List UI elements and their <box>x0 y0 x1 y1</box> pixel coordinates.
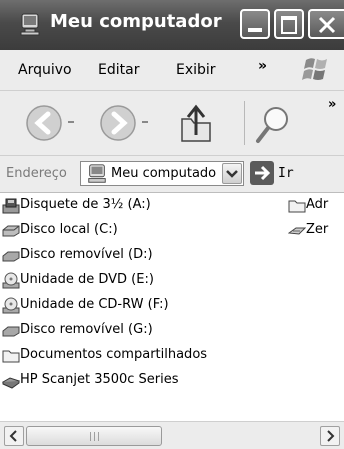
horizontal-scrollbar[interactable]: ||| <box>0 421 344 449</box>
file-list: Disquete de 3½ (A:) Disco local (C:) Dis… <box>0 193 344 421</box>
item-label: Unidade de CD-RW (F:) <box>20 297 169 312</box>
folder-icon <box>288 200 306 213</box>
compressed-folder-icon <box>288 227 306 235</box>
toolbar-separator <box>244 101 245 145</box>
up-folder-button[interactable] <box>176 101 216 147</box>
item-label: Disquete de 3½ (A:) <box>20 197 151 212</box>
address-dropdown-button[interactable] <box>222 163 242 184</box>
my-computer-icon <box>20 13 40 36</box>
go-arrow-icon <box>250 161 274 185</box>
address-bar: Endereço Meu computador Ir <box>0 156 344 193</box>
scroll-right-button[interactable] <box>320 426 340 446</box>
item-label: Unidade de DVD (E:) <box>20 272 154 287</box>
minimize-icon <box>248 28 262 32</box>
item-label: Disco removível (D:) <box>20 247 153 262</box>
search-button[interactable] <box>252 101 296 147</box>
my-computer-icon <box>88 164 106 183</box>
windows-logo-icon <box>302 58 327 80</box>
folder-icon <box>2 350 20 363</box>
item-label: Zer <box>306 222 329 237</box>
menu-editar[interactable]: Editar <box>98 62 139 78</box>
menu-exibir[interactable]: Exibir <box>176 62 216 78</box>
go-button[interactable]: Ir <box>250 161 322 186</box>
menu-bar: Arquivo Editar Exibir » <box>0 50 344 91</box>
scroll-left-button[interactable] <box>4 426 24 446</box>
forward-button[interactable] <box>96 99 156 149</box>
item-label: Documentos compartilhados <box>20 347 208 362</box>
address-input[interactable]: Meu computador <box>80 161 244 186</box>
hard-disk-icon <box>2 225 20 237</box>
scanner-icon <box>2 377 20 389</box>
maximize-icon <box>281 16 297 34</box>
maximize-button[interactable] <box>274 9 304 39</box>
dvd-drive-icon <box>2 272 20 289</box>
removable-disk-icon <box>2 326 20 337</box>
close-button[interactable] <box>308 9 344 39</box>
floppy-drive-icon <box>2 198 20 214</box>
item-label: HP Scanjet 3500c Series <box>20 372 179 387</box>
removable-disk-icon <box>2 251 20 262</box>
go-label: Ir <box>278 166 294 181</box>
item-label: Disco removível (G:) <box>20 322 153 337</box>
chevron-left-icon <box>9 430 17 442</box>
back-button[interactable] <box>22 99 82 149</box>
address-label: Endereço <box>6 166 67 181</box>
minimize-button[interactable] <box>240 9 270 39</box>
item-label: Disco local (C:) <box>20 222 118 237</box>
chevron-down-icon <box>226 170 238 178</box>
toolbar: » <box>0 91 344 156</box>
scrollbar-thumb[interactable]: ||| <box>26 426 162 446</box>
menu-arquivo[interactable]: Arquivo <box>18 62 72 78</box>
cd-drive-icon <box>2 297 20 314</box>
toolbar-overflow-chevron[interactable]: » <box>328 97 336 112</box>
close-icon <box>318 16 336 34</box>
item-label: Adr <box>306 197 329 212</box>
chevron-right-icon <box>327 430 335 442</box>
scrollbar-grip: ||| <box>89 432 102 442</box>
title-bar[interactable]: Meu computador <box>0 0 344 50</box>
menu-overflow-chevron[interactable]: » <box>258 58 267 74</box>
address-value: Meu computador <box>111 166 217 181</box>
window-title: Meu computador <box>50 11 222 32</box>
